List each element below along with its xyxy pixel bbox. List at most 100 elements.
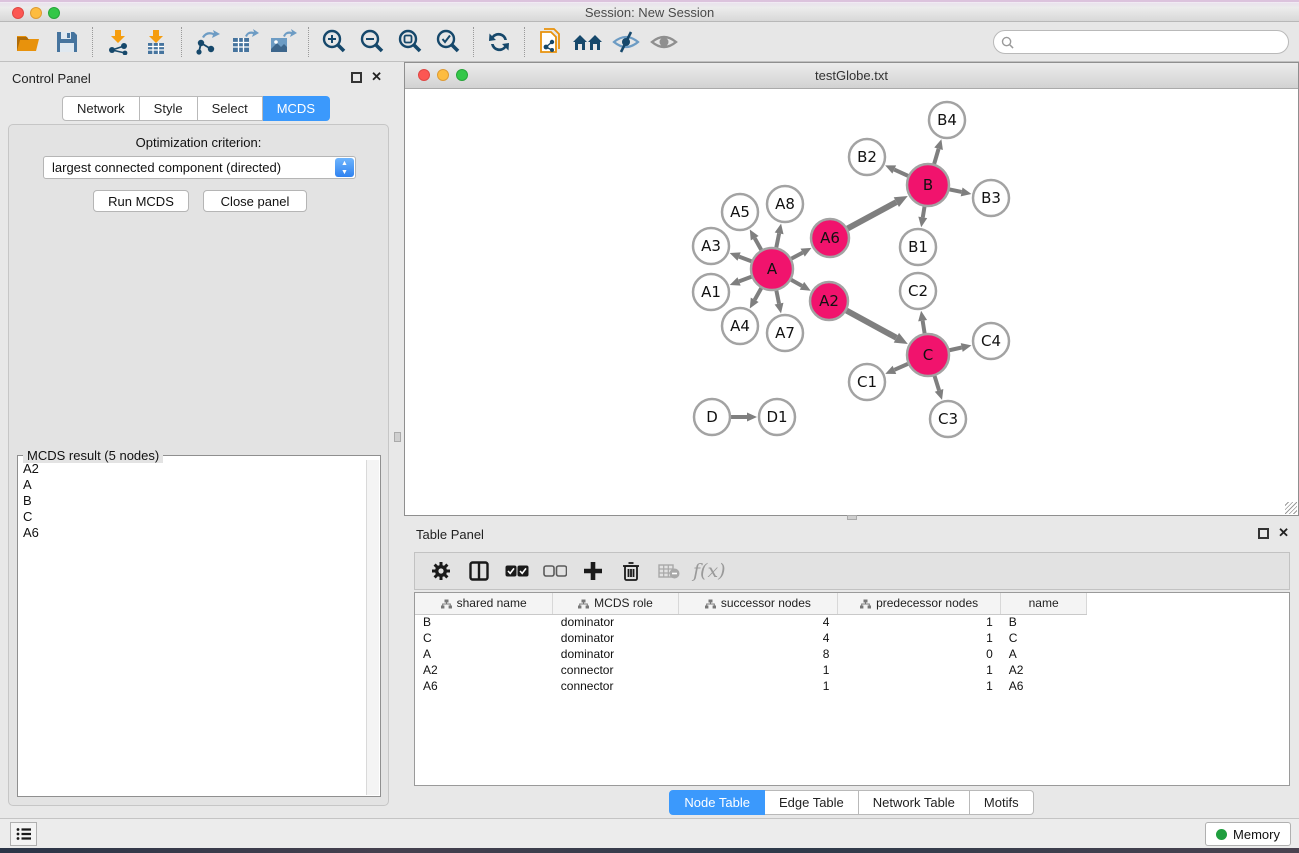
table-cell[interactable]: B — [415, 614, 553, 630]
network-window-titlebar[interactable]: testGlobe.txt — [405, 63, 1298, 89]
column-header-MCDS-role[interactable]: MCDS role — [553, 593, 679, 614]
node-table-body: Bdominator41BCdominator41CAdominator80AA… — [415, 614, 1087, 694]
table-cell[interactable]: 4 — [678, 630, 837, 646]
run-mcds-button[interactable]: Run MCDS — [93, 190, 189, 212]
tab-mcds[interactable]: MCDS — [263, 96, 330, 121]
table-cell[interactable]: 1 — [837, 662, 1000, 678]
table-cell[interactable]: dominator — [553, 646, 679, 662]
mcds-result-scrollbar[interactable] — [366, 460, 379, 795]
table-cell[interactable]: 1 — [837, 630, 1000, 646]
save-session-button[interactable] — [48, 25, 86, 59]
export-table-button[interactable] — [226, 25, 264, 59]
toolbar-separator — [308, 27, 309, 57]
column-header-name[interactable]: name — [1001, 593, 1087, 614]
select-value: largest connected component (directed) — [52, 160, 281, 175]
zoom-out-button[interactable] — [353, 25, 391, 59]
table-cell[interactable]: 1 — [837, 678, 1000, 694]
export-network-button[interactable] — [188, 25, 226, 59]
table-cell[interactable]: C — [415, 630, 553, 646]
table-cell[interactable]: A6 — [1001, 678, 1087, 694]
edge-arrowhead — [747, 413, 757, 422]
tab-style[interactable]: Style — [140, 96, 198, 121]
toolbar-separator — [181, 27, 182, 57]
import-network-button[interactable] — [99, 25, 137, 59]
table-cell[interactable]: C — [1001, 630, 1087, 646]
zoom-in-button[interactable] — [315, 25, 353, 59]
create-column-button[interactable] — [577, 556, 609, 586]
float-panel-icon[interactable] — [1258, 528, 1269, 539]
column-header-shared-name[interactable]: shared name — [415, 593, 553, 614]
table-cell[interactable]: connector — [553, 662, 679, 678]
column-header-label: MCDS role — [594, 596, 653, 610]
close-panel-button[interactable]: Close panel — [203, 190, 307, 212]
split-panel-button[interactable] — [463, 556, 495, 586]
deselect-all-columns-button[interactable] — [539, 556, 571, 586]
memory-button[interactable]: Memory — [1205, 822, 1291, 846]
tab-motifs[interactable]: Motifs — [970, 790, 1034, 815]
table-settings-button[interactable] — [425, 556, 457, 586]
table-cell[interactable]: A — [1001, 646, 1087, 662]
edge-arrowhead — [730, 277, 741, 285]
node-table[interactable]: shared name MCDS role successor nodesprede… — [414, 592, 1290, 786]
zoom-selected-button[interactable] — [429, 25, 467, 59]
home-button[interactable] — [569, 25, 607, 59]
search-input[interactable] — [1019, 35, 1288, 49]
delete-column-button[interactable] — [615, 556, 647, 586]
tab-network-table[interactable]: Network Table — [859, 790, 970, 815]
table-cell[interactable]: B — [1001, 614, 1087, 630]
column-header-successor-nodes[interactable]: successor nodes — [678, 593, 837, 614]
tab-select[interactable]: Select — [198, 96, 263, 121]
tab-edge-table[interactable]: Edge Table — [765, 790, 859, 815]
task-history-button[interactable] — [10, 822, 37, 846]
mcds-result-item[interactable]: A2 — [19, 460, 365, 476]
table-cell[interactable]: A6 — [415, 678, 553, 694]
network-graph[interactable]: AA1A2A3A4A5A6A7A8BB1B2B3B4CC1C2C3C4DD1 — [406, 89, 1299, 515]
new-network-from-selection-button[interactable] — [531, 25, 569, 59]
splitter-grip[interactable] — [394, 432, 401, 442]
table-cell[interactable]: 8 — [678, 646, 837, 662]
table-row[interactable]: A6connector11A6 — [415, 678, 1087, 694]
close-panel-icon[interactable]: ✕ — [1278, 525, 1289, 541]
import-table-button[interactable] — [137, 25, 175, 59]
status-bar: Memory — [0, 818, 1299, 848]
table-cell[interactable]: dominator — [553, 630, 679, 646]
table-cell[interactable]: 0 — [837, 646, 1000, 662]
search-box[interactable] — [993, 30, 1289, 54]
zoom-fit-button[interactable] — [391, 25, 429, 59]
export-image-button[interactable] — [264, 25, 302, 59]
mcds-result-item[interactable]: C — [19, 508, 365, 524]
tab-network[interactable]: Network — [62, 96, 140, 121]
table-cell[interactable]: A2 — [1001, 662, 1087, 678]
table-cell[interactable]: 1 — [837, 614, 1000, 630]
table-cell[interactable]: dominator — [553, 614, 679, 630]
edge-arrowhead — [730, 252, 741, 260]
table-cell[interactable]: connector — [553, 678, 679, 694]
table-row[interactable]: Cdominator41C — [415, 630, 1087, 646]
select-all-columns-button[interactable] — [501, 556, 533, 586]
table-row[interactable]: Adominator80A — [415, 646, 1087, 662]
toolbar-separator — [524, 27, 525, 57]
network-resize-grip[interactable] — [1285, 502, 1297, 514]
vertical-splitter[interactable] — [392, 62, 404, 818]
mcds-result-item[interactable]: A — [19, 476, 365, 492]
table-cell[interactable]: 4 — [678, 614, 837, 630]
show-panel-button[interactable] — [645, 25, 683, 59]
mcds-result-item[interactable]: A6 — [19, 524, 365, 540]
table-row[interactable]: A2connector11A2 — [415, 662, 1087, 678]
tab-node-table[interactable]: Node Table — [669, 790, 765, 815]
mcds-result-item[interactable]: B — [19, 492, 365, 508]
network-document-icon — [537, 28, 563, 56]
hide-panel-button[interactable] — [607, 25, 645, 59]
optimization-criterion-select[interactable]: largest connected component (directed) ▲… — [43, 156, 356, 179]
close-panel-icon[interactable]: ✕ — [371, 69, 382, 85]
table-cell[interactable]: A2 — [415, 662, 553, 678]
open-file-button[interactable] — [10, 25, 48, 59]
float-panel-icon[interactable] — [351, 72, 362, 83]
edge-arrowhead — [935, 389, 944, 400]
column-header-predecessor-nodes[interactable]: predecessor nodes — [837, 593, 1000, 614]
table-cell[interactable]: A — [415, 646, 553, 662]
table-cell[interactable]: 1 — [678, 678, 837, 694]
table-cell[interactable]: 1 — [678, 662, 837, 678]
refresh-layout-button[interactable] — [480, 25, 518, 59]
table-row[interactable]: Bdominator41B — [415, 614, 1087, 630]
